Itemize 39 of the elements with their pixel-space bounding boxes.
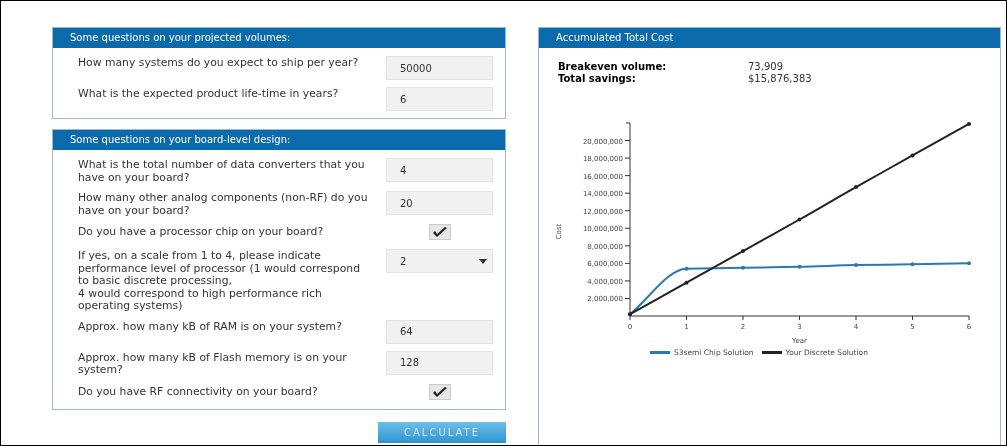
legend-swatch bbox=[650, 351, 670, 354]
data-point bbox=[854, 185, 858, 190]
summary-value: 73,909 bbox=[748, 61, 784, 73]
checkbox[interactable] bbox=[428, 383, 451, 400]
data-point bbox=[741, 249, 745, 254]
question-label: What is the total number of data converters that you have on your board? bbox=[78, 159, 366, 184]
data-point bbox=[967, 261, 971, 266]
question-label: How many other analog components (non-RF) do you have on your board? bbox=[78, 192, 369, 217]
question-label: What is the expected product life-time in years? bbox=[78, 88, 340, 101]
data-point bbox=[684, 280, 689, 285]
question-label: Approx. how many kB of Flash memory is on your system? bbox=[78, 351, 348, 377]
input-field[interactable]: 6 bbox=[386, 87, 493, 111]
question-label: If yes, on a scale from 1 to 4, please indicate performance level of processor (1 would correspond to basic discrete processing, 4 would correspond to high performance rich operating systems) bbox=[78, 250, 361, 313]
question-label: Do you have RF connectivity on your board? bbox=[78, 385, 319, 399]
panel-header: Accumulated Total Cost bbox=[539, 28, 1000, 48]
panel-header: Some questions on your projected volumes: bbox=[53, 28, 505, 48]
summary-value: $15,876,383 bbox=[748, 73, 813, 85]
question-label: How many systems do you expect to ship per year? bbox=[78, 57, 360, 70]
data-point bbox=[741, 265, 745, 270]
data-point bbox=[967, 121, 971, 126]
input-field[interactable]: 128 bbox=[386, 350, 493, 375]
question-label: Do you have a processor chip on your board? bbox=[78, 226, 325, 239]
data-point bbox=[684, 266, 689, 271]
data-point bbox=[797, 217, 802, 222]
dropdown[interactable]: 2 bbox=[386, 249, 493, 273]
summary-label: Total savings: bbox=[558, 73, 637, 85]
input-field[interactable]: 20 bbox=[386, 191, 493, 215]
question-label: Approx. how many kB of RAM is on your system? bbox=[78, 320, 343, 333]
caret-icon bbox=[479, 258, 487, 264]
data-point bbox=[910, 153, 915, 158]
input-field[interactable]: 4 bbox=[386, 158, 493, 182]
checkbox[interactable] bbox=[428, 224, 451, 240]
input-field[interactable]: 64 bbox=[386, 319, 493, 344]
panel-header: Some questions on your board-level design: bbox=[53, 130, 505, 150]
data-point bbox=[797, 264, 802, 269]
data-point bbox=[910, 262, 915, 267]
input-field[interactable]: 50000 bbox=[386, 56, 493, 80]
legend-swatch bbox=[761, 351, 782, 354]
summary-label: Breakeven volume: bbox=[558, 61, 668, 73]
